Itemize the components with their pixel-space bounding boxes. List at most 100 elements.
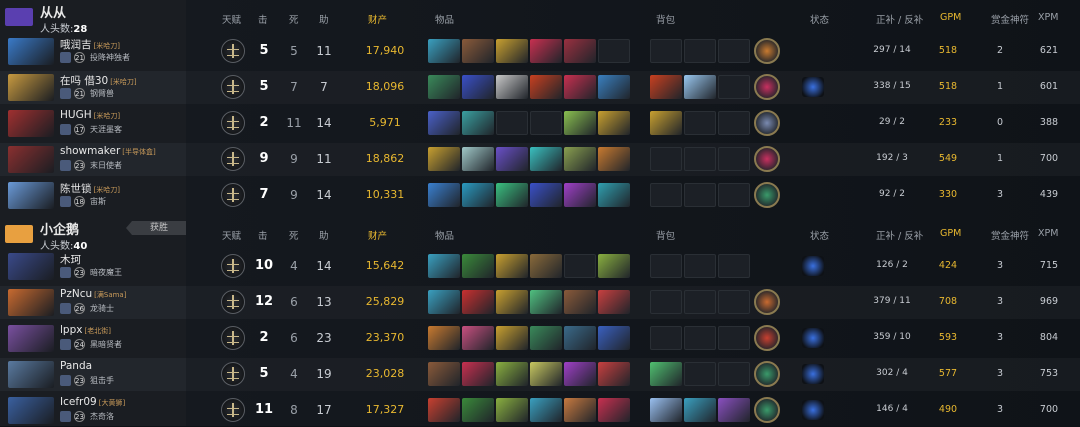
- talent-tree-icon[interactable]: [221, 111, 245, 135]
- item-icon[interactable]: [462, 111, 494, 135]
- empty-backpack-slot[interactable]: [650, 183, 682, 207]
- player-card[interactable]: PzNcu [满Sama] 26 龙骑士: [0, 286, 186, 319]
- empty-backpack-slot[interactable]: [684, 183, 716, 207]
- item-icon[interactable]: [598, 326, 630, 350]
- item-icon[interactable]: [598, 290, 630, 314]
- aghanims-shard-icon[interactable]: [802, 328, 824, 348]
- item-icon[interactable]: [598, 111, 630, 135]
- item-icon[interactable]: [598, 75, 630, 99]
- hero-portrait[interactable]: [8, 289, 54, 316]
- talent-tree-icon[interactable]: [221, 326, 245, 350]
- empty-backpack-slot[interactable]: [650, 254, 682, 278]
- hero-portrait[interactable]: [8, 182, 54, 209]
- item-icon[interactable]: [428, 75, 460, 99]
- item-icon[interactable]: [530, 39, 562, 63]
- talent-tree-icon[interactable]: [221, 290, 245, 314]
- item-icon[interactable]: [530, 147, 562, 171]
- hero-portrait[interactable]: [8, 38, 54, 65]
- item-icon[interactable]: [530, 362, 562, 386]
- player-card[interactable]: lppx [老北街] 24 黑暗贤者: [0, 322, 186, 355]
- item-icon[interactable]: [462, 398, 494, 422]
- player-card[interactable]: 陈世锁 [米哈刀] 18 宙斯: [0, 179, 186, 212]
- empty-item-slot[interactable]: [496, 111, 528, 135]
- neutral-item-icon[interactable]: [754, 38, 780, 64]
- item-icon[interactable]: [462, 326, 494, 350]
- item-icon[interactable]: [530, 183, 562, 207]
- item-icon[interactable]: [496, 147, 528, 171]
- item-icon[interactable]: [462, 290, 494, 314]
- item-icon[interactable]: [462, 39, 494, 63]
- item-icon[interactable]: [496, 362, 528, 386]
- item-icon[interactable]: [564, 39, 596, 63]
- empty-backpack-slot[interactable]: [718, 290, 750, 314]
- player-card[interactable]: Icefr09 [大黄狮] 23 杰奇洛: [0, 394, 186, 427]
- item-icon[interactable]: [428, 183, 460, 207]
- backpack-item-icon[interactable]: [650, 398, 682, 422]
- item-icon[interactable]: [462, 75, 494, 99]
- backpack-item-icon[interactable]: [718, 398, 750, 422]
- item-icon[interactable]: [598, 147, 630, 171]
- empty-backpack-slot[interactable]: [718, 254, 750, 278]
- player-card[interactable]: 哦润吉 [米哈刀] 21 投降神独者: [0, 35, 186, 68]
- empty-backpack-slot[interactable]: [684, 326, 716, 350]
- item-icon[interactable]: [462, 147, 494, 171]
- item-icon[interactable]: [530, 326, 562, 350]
- empty-backpack-slot[interactable]: [684, 290, 716, 314]
- empty-item-slot[interactable]: [598, 39, 630, 63]
- item-icon[interactable]: [564, 183, 596, 207]
- item-icon[interactable]: [428, 254, 460, 278]
- hero-portrait[interactable]: [8, 253, 54, 280]
- player-card[interactable]: 木珂 23 暗夜魔王: [0, 250, 186, 283]
- neutral-item-icon[interactable]: [754, 361, 780, 387]
- hero-portrait[interactable]: [8, 146, 54, 173]
- empty-backpack-slot[interactable]: [718, 147, 750, 171]
- empty-backpack-slot[interactable]: [650, 326, 682, 350]
- item-icon[interactable]: [428, 362, 460, 386]
- item-icon[interactable]: [496, 183, 528, 207]
- item-icon[interactable]: [462, 183, 494, 207]
- aghanims-shard-icon[interactable]: [802, 400, 824, 420]
- empty-item-slot[interactable]: [564, 254, 596, 278]
- item-icon[interactable]: [564, 326, 596, 350]
- item-icon[interactable]: [428, 111, 460, 135]
- item-icon[interactable]: [564, 290, 596, 314]
- item-icon[interactable]: [598, 183, 630, 207]
- item-icon[interactable]: [530, 254, 562, 278]
- item-icon[interactable]: [428, 290, 460, 314]
- player-card[interactable]: HUGH [米哈刀] 17 天涯墨客: [0, 107, 186, 140]
- backpack-item-icon[interactable]: [650, 75, 682, 99]
- talent-tree-icon[interactable]: [221, 75, 245, 99]
- item-icon[interactable]: [598, 362, 630, 386]
- item-icon[interactable]: [564, 147, 596, 171]
- hero-portrait[interactable]: [8, 74, 54, 101]
- backpack-item-icon[interactable]: [650, 362, 682, 386]
- empty-backpack-slot[interactable]: [718, 362, 750, 386]
- backpack-item-icon[interactable]: [684, 398, 716, 422]
- item-icon[interactable]: [598, 254, 630, 278]
- hero-portrait[interactable]: [8, 397, 54, 424]
- neutral-item-icon[interactable]: [754, 182, 780, 208]
- item-icon[interactable]: [496, 75, 528, 99]
- item-icon[interactable]: [530, 398, 562, 422]
- item-icon[interactable]: [564, 362, 596, 386]
- empty-backpack-slot[interactable]: [718, 326, 750, 350]
- item-icon[interactable]: [564, 398, 596, 422]
- player-card[interactable]: Panda 23 狙击手: [0, 358, 186, 391]
- item-icon[interactable]: [530, 290, 562, 314]
- item-icon[interactable]: [530, 75, 562, 99]
- neutral-item-icon[interactable]: [754, 289, 780, 315]
- talent-tree-icon[interactable]: [221, 39, 245, 63]
- empty-backpack-slot[interactable]: [650, 147, 682, 171]
- item-icon[interactable]: [496, 290, 528, 314]
- neutral-item-icon[interactable]: [754, 325, 780, 351]
- empty-backpack-slot[interactable]: [650, 39, 682, 63]
- item-icon[interactable]: [462, 254, 494, 278]
- empty-backpack-slot[interactable]: [684, 111, 716, 135]
- item-icon[interactable]: [496, 326, 528, 350]
- item-icon[interactable]: [428, 147, 460, 171]
- neutral-item-icon[interactable]: [754, 110, 780, 136]
- talent-tree-icon[interactable]: [221, 183, 245, 207]
- empty-backpack-slot[interactable]: [684, 147, 716, 171]
- empty-backpack-slot[interactable]: [684, 39, 716, 63]
- item-icon[interactable]: [428, 326, 460, 350]
